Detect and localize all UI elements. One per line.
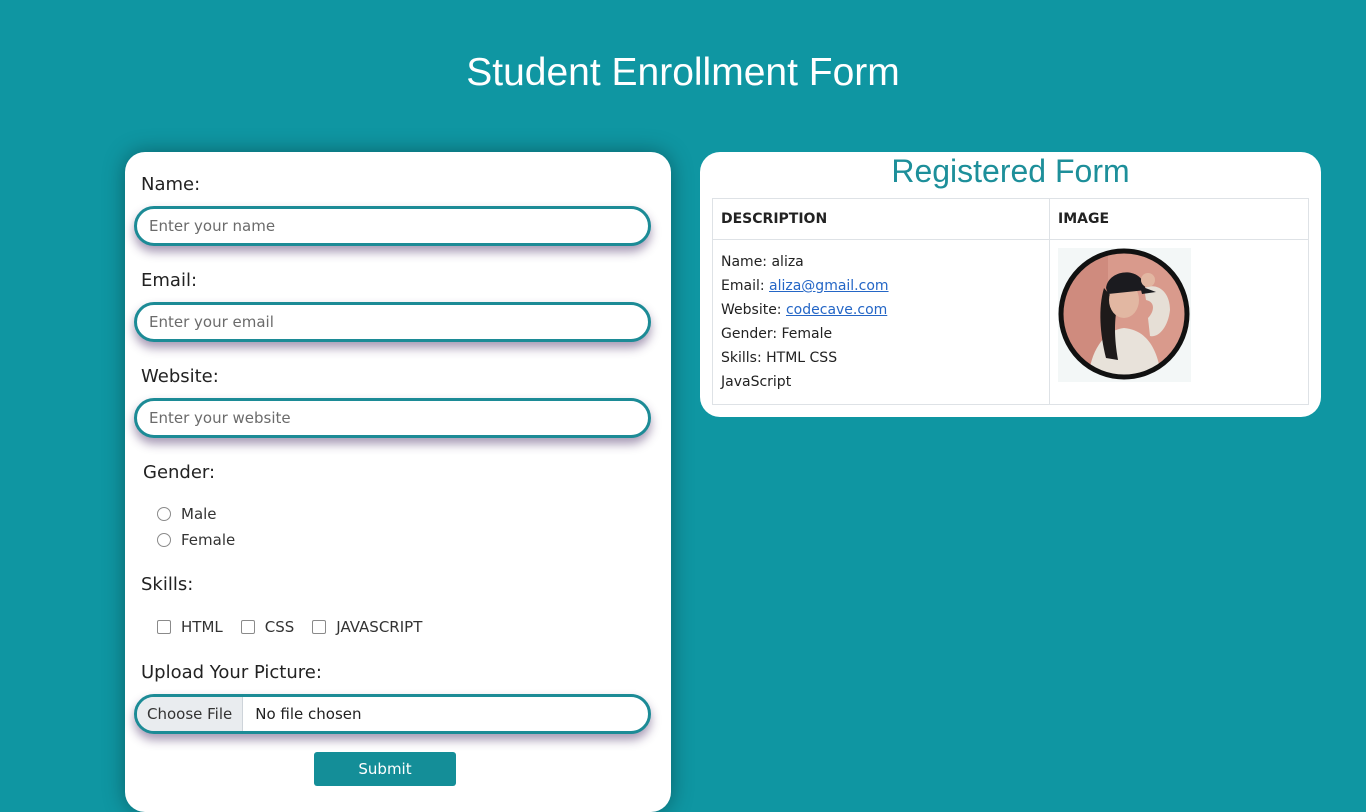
email-label: Email: bbox=[141, 270, 198, 291]
name-label: Name: bbox=[141, 174, 201, 195]
desc-name: Name: aliza bbox=[721, 254, 804, 270]
profile-photo-image bbox=[1058, 248, 1190, 380]
email-link[interactable]: aliza@gmail.com bbox=[769, 278, 889, 294]
table-header-row: DESCRIPTION IMAGE bbox=[712, 198, 1309, 240]
javascript-checkbox-label: JAVASCRIPT bbox=[336, 618, 423, 636]
description-cell: Name: aliza Email: aliza@gmail.com Websi… bbox=[712, 239, 1050, 405]
table-row: Name: aliza Email: aliza@gmail.com Websi… bbox=[712, 239, 1309, 405]
female-radio-label: Female bbox=[181, 531, 236, 549]
name-input[interactable] bbox=[134, 206, 651, 246]
female-radio[interactable] bbox=[157, 533, 171, 547]
html-checkbox-label: HTML bbox=[181, 618, 223, 636]
skills-checkbox-group: HTML CSS JAVASCRIPT bbox=[157, 618, 440, 636]
desc-skills: Skills: HTML CSS bbox=[721, 350, 838, 366]
html-checkbox[interactable] bbox=[157, 620, 171, 634]
website-input[interactable] bbox=[134, 398, 651, 438]
desc-email: Email: aliza@gmail.com bbox=[721, 274, 1041, 298]
desc-gender: Gender: Female bbox=[721, 326, 833, 342]
enrollment-form-card: Name: Email: Website: Gender: Male Femal… bbox=[125, 152, 671, 812]
image-header: IMAGE bbox=[1049, 198, 1309, 240]
image-cell bbox=[1049, 239, 1309, 405]
choose-file-button[interactable]: Choose File bbox=[137, 697, 244, 731]
student-photo bbox=[1058, 248, 1191, 382]
skill-option-css[interactable]: CSS bbox=[240, 618, 295, 636]
desc-website: Website: codecave.com bbox=[721, 298, 1041, 322]
registered-form-card: Registered Form DESCRIPTION IMAGE Name: … bbox=[700, 152, 1321, 417]
registered-form-title: Registered Form bbox=[891, 153, 1130, 189]
picture-file-input[interactable]: Choose File No file chosen bbox=[134, 694, 651, 734]
desc-skills-continued: JavaScript bbox=[721, 374, 792, 390]
skills-label: Skills: bbox=[141, 574, 194, 595]
description-header: DESCRIPTION bbox=[712, 198, 1050, 240]
javascript-checkbox[interactable] bbox=[312, 620, 327, 634]
male-radio[interactable] bbox=[157, 507, 171, 521]
website-link[interactable]: codecave.com bbox=[786, 302, 887, 318]
page-title: Student Enrollment Form bbox=[466, 51, 900, 94]
upload-label: Upload Your Picture: bbox=[141, 662, 322, 683]
css-checkbox[interactable] bbox=[240, 620, 255, 634]
file-status-text: No file chosen bbox=[255, 705, 362, 723]
gender-label: Gender: bbox=[143, 462, 216, 483]
skill-option-javascript[interactable]: JAVASCRIPT bbox=[312, 618, 422, 636]
website-label: Website: bbox=[141, 366, 219, 387]
gender-option-male[interactable]: Male bbox=[157, 505, 217, 523]
email-input[interactable] bbox=[134, 302, 651, 342]
gender-option-female[interactable]: Female bbox=[157, 531, 235, 549]
desc-email-prefix: Email: bbox=[721, 278, 770, 294]
submit-button[interactable]: Submit bbox=[314, 752, 456, 786]
male-radio-label: Male bbox=[181, 505, 217, 523]
css-checkbox-label: CSS bbox=[264, 618, 295, 636]
desc-website-prefix: Website: bbox=[721, 302, 786, 318]
registered-table: DESCRIPTION IMAGE Name: aliza Email: ali… bbox=[712, 198, 1309, 405]
skill-option-html[interactable]: HTML bbox=[157, 618, 223, 636]
